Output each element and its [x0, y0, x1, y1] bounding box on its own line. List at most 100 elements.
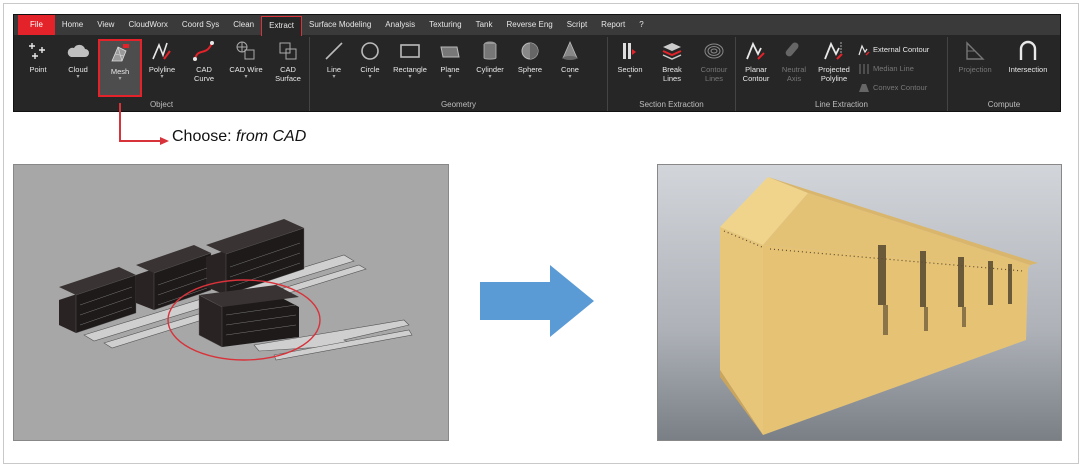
projected-polyline-button[interactable]: Projected Polyline: [814, 39, 854, 83]
polyline-label: Polyline: [148, 65, 176, 74]
cad-curve-label-2: Curve: [193, 74, 214, 83]
group-geometry: Line ▾ Circle ▾ Rectangle ▾ Plane ▾ Cyli…: [310, 37, 608, 111]
rectangle-icon: [400, 44, 420, 58]
cad-wire-button[interactable]: CAD Wire ▾: [226, 39, 266, 80]
chevron-down-icon[interactable]: ▾: [470, 74, 510, 80]
group-compute: Projection Intersection Compute: [948, 37, 1060, 111]
projection-icon: [966, 41, 985, 60]
external-contour-button[interactable]: External Contour: [858, 43, 929, 57]
projected-polyline-label-2: Polyline: [820, 74, 848, 83]
menu-tank[interactable]: Tank: [469, 15, 500, 35]
cylinder-icon: [483, 41, 497, 60]
menu-texturing[interactable]: Texturing: [422, 15, 468, 35]
contour-lines-label: Contour: [700, 65, 728, 74]
menu-report[interactable]: Report: [594, 15, 632, 35]
group-label-geometry: Geometry: [440, 100, 477, 109]
chevron-down-icon[interactable]: ▾: [58, 74, 98, 80]
circle-icon: [361, 42, 379, 60]
cad-buildings-illustration: [59, 219, 413, 361]
cad-viewport[interactable]: [13, 164, 449, 441]
menu-extract[interactable]: Extract: [261, 15, 303, 36]
menu-file[interactable]: File: [18, 15, 55, 35]
callout-option: from CAD: [236, 128, 307, 145]
point-label: Point: [29, 65, 47, 74]
median-line-label: Median Line: [873, 64, 914, 73]
median-line-button[interactable]: Median Line: [858, 62, 914, 76]
line-icon: [325, 42, 343, 60]
group-section-extraction: Section ▾ Break Lines Contour Lines Sect…: [608, 37, 736, 111]
group-label-section-extraction: Section Extraction: [639, 100, 704, 109]
cloud-button[interactable]: Cloud ▾: [58, 39, 98, 80]
menu-bar: File Home View CloudWorx Coord Sys Clean…: [14, 15, 1060, 36]
menu-reverse-eng[interactable]: Reverse Eng: [499, 15, 559, 35]
menu-analysis[interactable]: Analysis: [378, 15, 422, 35]
planar-contour-button[interactable]: Planar Contour: [736, 39, 776, 83]
menu-cloudworx[interactable]: CloudWorx: [121, 15, 174, 35]
cad-surface-label-2: Surface: [275, 74, 301, 83]
cad-wire-icon: [236, 41, 255, 60]
planar-contour-label-2: Contour: [742, 74, 770, 83]
mesh-button[interactable]: Mesh ▾: [98, 39, 142, 97]
break-lines-button[interactable]: Break Lines: [652, 39, 692, 83]
chevron-down-icon[interactable]: ▾: [142, 74, 182, 80]
mesh-building-illustration: [720, 177, 1038, 435]
ribbon-groups: Point Cloud ▾ Mesh ▾ Polyline ▾ CAD Curv…: [14, 37, 1060, 111]
group-label-object: Object: [149, 100, 174, 109]
median-line-icon: [859, 64, 869, 74]
section-button[interactable]: Section ▾: [610, 39, 650, 80]
neutral-axis-button[interactable]: Neutral Axis: [774, 39, 814, 83]
chevron-down-icon[interactable]: ▾: [430, 74, 470, 80]
projection-button[interactable]: Projection: [952, 39, 998, 74]
callout-connector-vertical: [119, 103, 121, 141]
menu-help[interactable]: ?: [632, 15, 650, 35]
line-button[interactable]: Line ▾: [314, 39, 354, 80]
polyline-button[interactable]: Polyline ▾: [142, 39, 182, 80]
chevron-down-icon[interactable]: ▾: [350, 74, 390, 80]
point-button[interactable]: Point: [18, 39, 58, 74]
menu-home[interactable]: Home: [55, 15, 90, 35]
group-label-line-extraction: Line Extraction: [815, 100, 868, 109]
cloud-icon: [67, 44, 89, 57]
chevron-down-icon[interactable]: ▾: [610, 74, 650, 80]
callout-connector-horizontal: [119, 140, 163, 142]
menu-coord-sys[interactable]: Coord Sys: [175, 15, 226, 35]
plane-button[interactable]: Plane ▾: [430, 39, 470, 80]
neutral-axis-icon: [785, 42, 799, 57]
convex-contour-button[interactable]: Convex Contour: [858, 81, 927, 95]
intersection-button[interactable]: Intersection: [1002, 39, 1054, 74]
menu-view[interactable]: View: [90, 15, 121, 35]
projection-label: Projection: [958, 65, 992, 74]
convex-contour-icon: [859, 84, 869, 92]
section-icon: [623, 43, 636, 59]
neutral-axis-label-2: Axis: [786, 74, 802, 83]
menu-clean[interactable]: Clean: [226, 15, 261, 35]
chevron-down-icon[interactable]: ▾: [390, 74, 430, 80]
cad-curve-icon: [193, 41, 214, 61]
mesh-viewport[interactable]: [657, 164, 1062, 441]
chevron-down-icon[interactable]: ▾: [314, 74, 354, 80]
chevron-down-icon[interactable]: ▾: [510, 74, 550, 80]
chevron-down-icon[interactable]: ▾: [226, 74, 266, 80]
cloud-label: Cloud: [68, 65, 88, 74]
sphere-button[interactable]: Sphere ▾: [510, 39, 550, 80]
external-contour-icon: [858, 44, 870, 56]
group-label-compute: Compute: [987, 100, 1021, 109]
circle-button[interactable]: Circle ▾: [350, 39, 390, 80]
menu-surface-modeling[interactable]: Surface Modeling: [302, 15, 378, 35]
callout-prefix: Choose:: [172, 128, 237, 145]
cylinder-button[interactable]: Cylinder ▾: [470, 39, 510, 80]
mesh-label: Mesh: [110, 67, 130, 76]
projected-polyline-label: Projected: [818, 65, 850, 74]
chevron-down-icon[interactable]: ▾: [100, 76, 140, 82]
chevron-down-icon[interactable]: ▾: [550, 74, 590, 80]
menu-script[interactable]: Script: [560, 15, 594, 35]
convex-contour-label: Convex Contour: [873, 83, 928, 92]
ribbon-toolbar: File Home View CloudWorx Coord Sys Clean…: [13, 14, 1061, 112]
cylinder-label: Cylinder: [476, 65, 504, 74]
planar-contour-icon: [746, 41, 765, 60]
rectangle-button[interactable]: Rectangle ▾: [390, 39, 430, 80]
cad-surface-button[interactable]: CAD Surface: [268, 39, 308, 83]
cad-curve-button[interactable]: CAD Curve: [184, 39, 224, 83]
cone-button[interactable]: Cone ▾: [550, 39, 590, 80]
contour-lines-button[interactable]: Contour Lines: [694, 39, 734, 83]
